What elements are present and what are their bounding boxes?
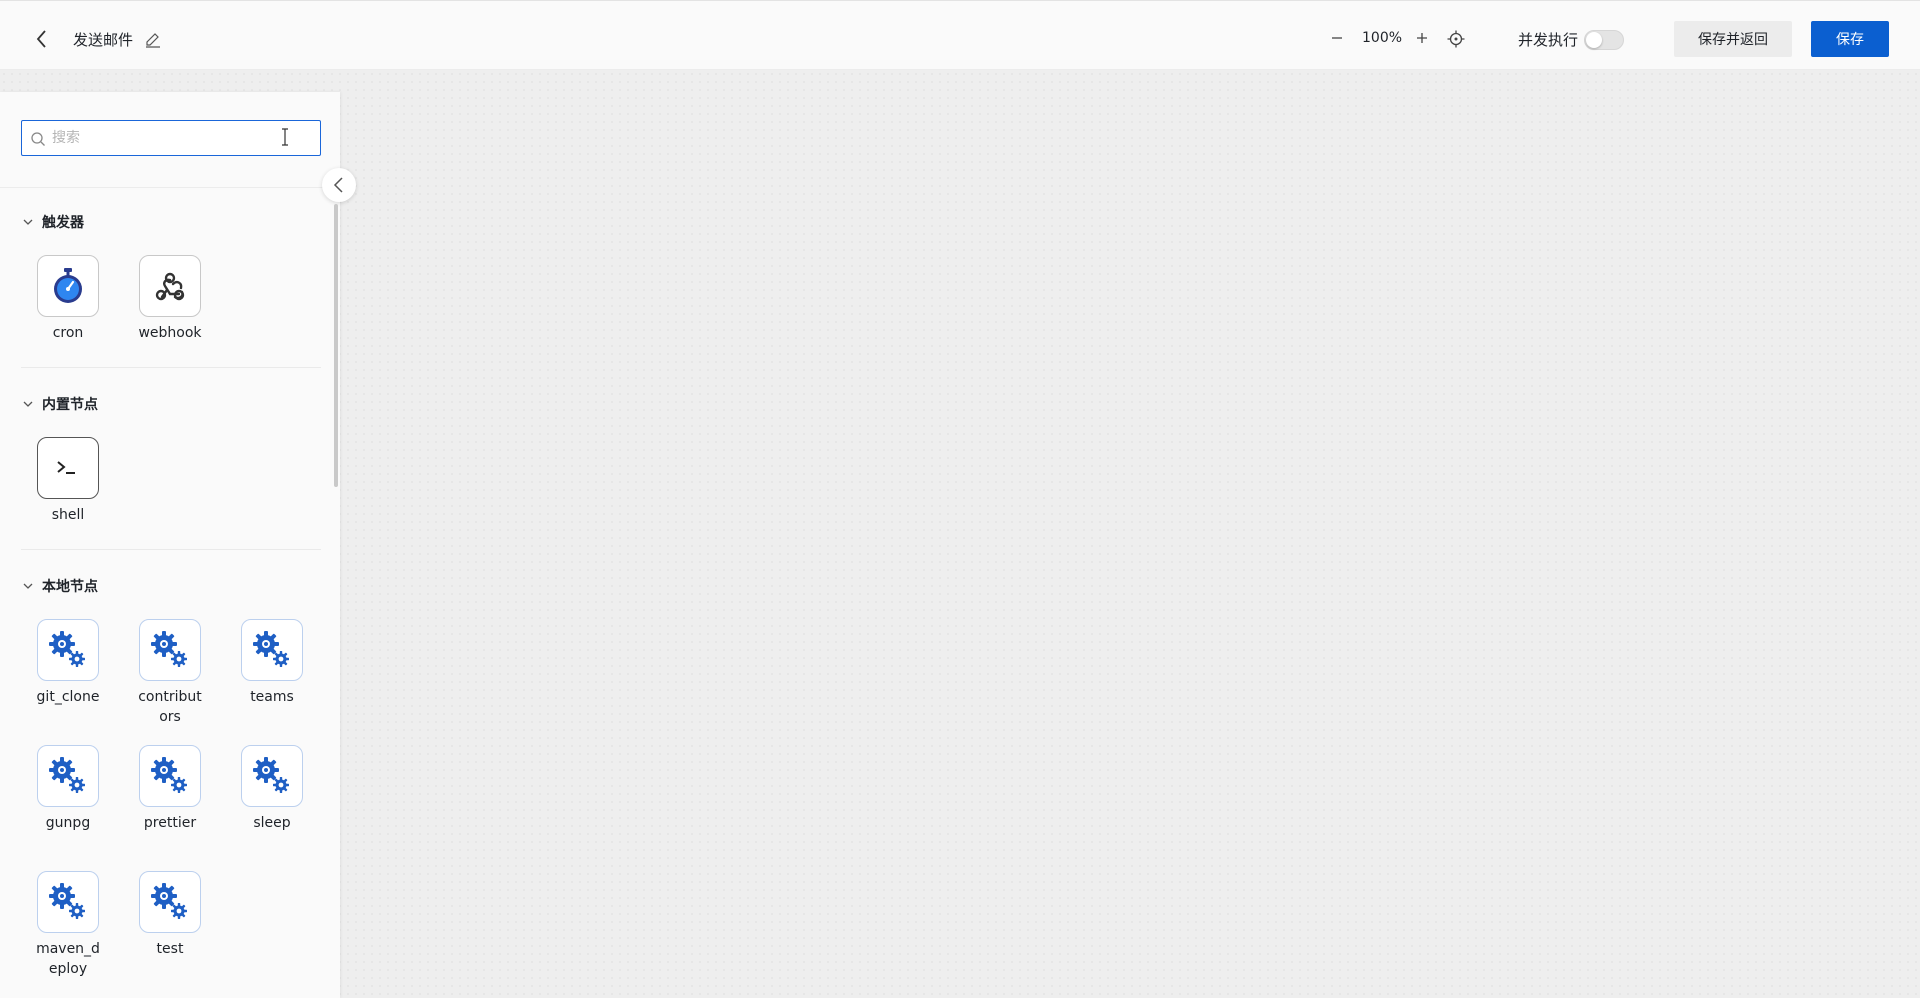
top-toolbar: 发送邮件 100% 并发执行 保存并返回 保存 [0, 0, 1920, 70]
node-icon-box [241, 745, 303, 807]
node-sleep[interactable]: sleep [227, 745, 317, 833]
node-webhook[interactable]: webhook [125, 255, 215, 343]
node-icon-box [37, 745, 99, 807]
collapse-sidebar-button[interactable] [322, 168, 356, 202]
node-prettier[interactable]: prettier [125, 745, 215, 833]
node-gunpg[interactable]: gunpg [23, 745, 113, 833]
node-maven-deploy[interactable]: maven_deploy [23, 871, 113, 979]
chevron-down-icon [22, 580, 34, 592]
locate-center-icon[interactable] [1446, 29, 1466, 49]
zoom-in-icon[interactable] [1413, 29, 1431, 47]
node-icon-box [139, 619, 201, 681]
gears-icon [46, 628, 90, 672]
divider [0, 187, 340, 188]
node-icon-box [37, 437, 99, 499]
node-label: shell [51, 507, 85, 523]
node-git-clone[interactable]: git_clone [23, 619, 113, 707]
node-label: cron [52, 325, 84, 341]
zoom-out-icon[interactable] [1328, 29, 1346, 47]
node-label: maven_deploy [36, 941, 100, 977]
node-icon-box [37, 619, 99, 681]
node-cron[interactable]: cron [23, 255, 113, 343]
node-teams[interactable]: teams [227, 619, 317, 707]
chevron-down-icon [22, 398, 34, 410]
edit-pencil-icon[interactable] [144, 31, 162, 49]
gears-icon [46, 880, 90, 924]
node-label: gunpg [45, 815, 91, 831]
node-icon-box [139, 255, 201, 317]
node-label: sleep [253, 815, 291, 831]
node-palette-sidebar: 触发器 cron [0, 92, 356, 998]
chevron-down-icon [22, 216, 34, 228]
divider [21, 367, 321, 368]
node-label: webhook [138, 325, 202, 341]
node-contributors[interactable]: contributors [125, 619, 215, 727]
concurrent-execution-toggle[interactable] [1584, 30, 1624, 50]
node-test[interactable]: test [125, 871, 215, 959]
node-label: prettier [143, 815, 197, 831]
gears-icon [250, 754, 294, 798]
back-arrow-icon[interactable] [32, 27, 52, 51]
search-box [21, 120, 321, 156]
section-title: 内置节点 [42, 397, 98, 413]
node-label: test [156, 941, 184, 957]
gears-icon [148, 754, 192, 798]
search-icon [31, 132, 45, 146]
sidebar-scrollbar[interactable] [334, 204, 338, 487]
stopwatch-icon [54, 268, 82, 303]
toggle-knob [1586, 32, 1602, 48]
zoom-level: 100% [1362, 30, 1403, 46]
gears-icon [148, 628, 192, 672]
workflow-title: 发送邮件 [73, 31, 134, 49]
save-button[interactable]: 保存 [1811, 21, 1889, 57]
node-icon-box [241, 619, 303, 681]
node-label: git_clone [36, 689, 100, 705]
node-icon-box [139, 745, 201, 807]
terminal-icon [57, 461, 75, 474]
chevron-left-icon [333, 177, 343, 193]
node-icon-box [139, 871, 201, 933]
section-title: 触发器 [42, 215, 84, 231]
divider [21, 549, 321, 550]
text-cursor-icon [282, 128, 288, 146]
node-icon-box [37, 255, 99, 317]
node-shell[interactable]: shell [23, 437, 113, 525]
gears-icon [46, 754, 90, 798]
gears-icon [250, 628, 294, 672]
webhook-icon [155, 272, 185, 301]
concurrent-execution-label: 并发执行 [1518, 31, 1579, 49]
section-title: 本地节点 [42, 579, 98, 595]
search-input[interactable] [52, 125, 302, 151]
node-icon-box [37, 871, 99, 933]
save-and-return-button[interactable]: 保存并返回 [1674, 21, 1792, 57]
gears-icon [148, 880, 192, 924]
node-label: contributors [138, 689, 202, 725]
node-label: teams [250, 689, 294, 705]
